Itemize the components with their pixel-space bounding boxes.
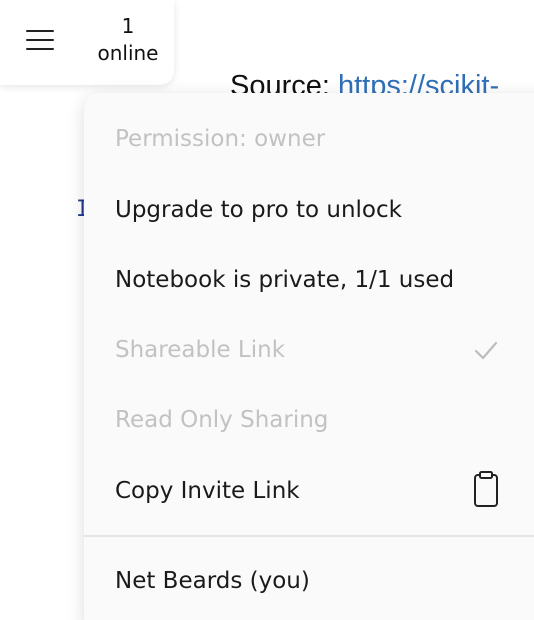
upgrade-item[interactable]: Upgrade to pro to unlock (84, 182, 534, 238)
notebook-private-label: Notebook is private, 1/1 used (115, 267, 455, 293)
copy-invite-link-label: Copy Invite Link (115, 478, 300, 504)
current-user-label: Net Beards (you) (115, 568, 310, 594)
read-only-sharing-label: Read Only Sharing (115, 407, 329, 433)
sharing-dropdown-menu: Permission: owner Upgrade to pro to unlo… (84, 93, 534, 620)
current-user-item[interactable]: Net Beards (you) (84, 553, 534, 609)
top-toolbar: 1 online (0, 0, 174, 85)
notebook-private-item[interactable]: Notebook is private, 1/1 used (84, 252, 534, 308)
online-count: 1 (121, 14, 135, 38)
copy-invite-link-item[interactable]: Copy Invite Link (84, 463, 534, 519)
online-label: online (97, 41, 159, 65)
shareable-link-label: Shareable Link (115, 337, 286, 363)
permission-item: Permission: owner (84, 111, 534, 167)
notebook-page: Source: https://scikit- I 1 online Permi… (0, 0, 534, 620)
read-only-sharing-item: Read Only Sharing (84, 392, 534, 448)
permission-label: Permission: owner (115, 126, 326, 152)
checkmark-icon (468, 322, 504, 378)
shareable-link-item: Shareable Link (84, 322, 534, 378)
clipboard-icon[interactable] (468, 463, 504, 519)
upgrade-label: Upgrade to pro to unlock (115, 197, 402, 223)
hamburger-menu-icon[interactable] (26, 29, 56, 51)
online-users-indicator[interactable]: 1 online (86, 13, 170, 67)
menu-divider (84, 535, 534, 537)
